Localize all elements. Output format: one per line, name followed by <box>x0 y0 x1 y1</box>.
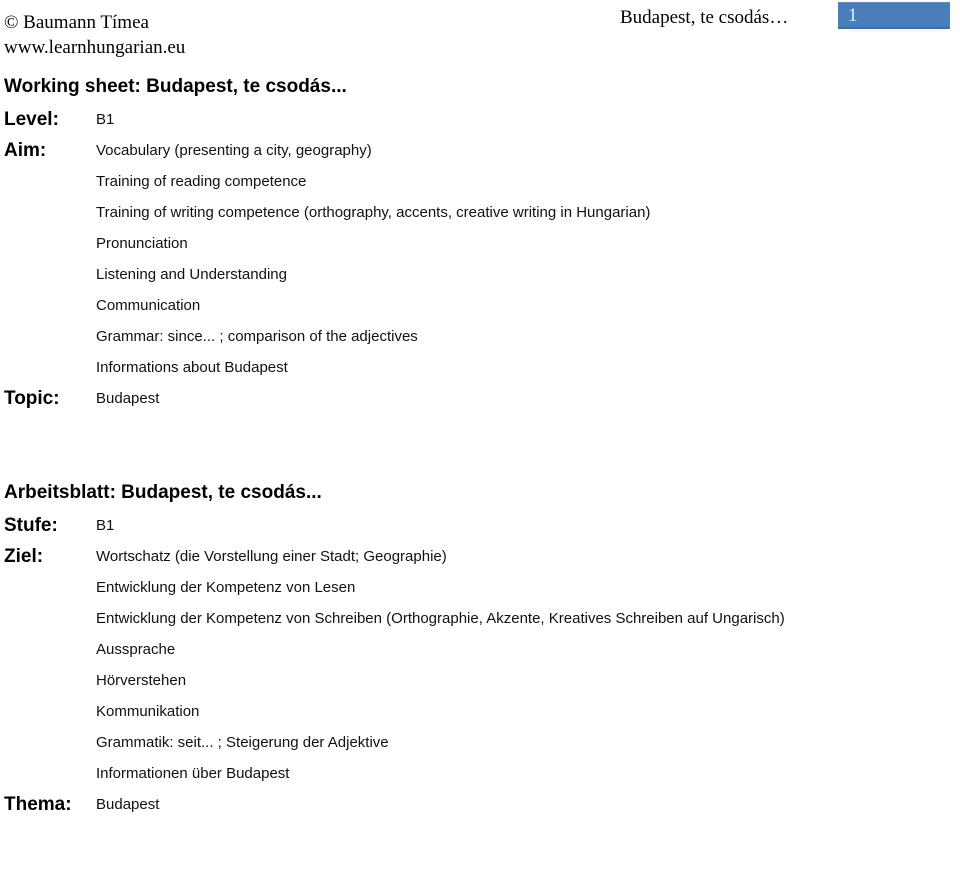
field-value: Informations about Budapest <box>96 359 288 376</box>
field-value: Entwicklung der Kompetenz von Lesen <box>96 579 356 596</box>
field-list-german: Stufe: B1 Ziel: Wortschatz (die Vorstell… <box>0 510 960 820</box>
field-label-stufe: Stufe: <box>4 515 58 536</box>
worksheet-section-german: Arbeitsblatt: Budapest, te csodás... Stu… <box>0 478 960 820</box>
field-values-thema: Budapest <box>96 789 960 820</box>
field-value: Entwicklung der Kompetenz von Schreiben … <box>96 610 785 627</box>
field-value: Pronunciation <box>96 235 188 252</box>
field-row-stufe: Stufe: B1 <box>0 510 960 541</box>
field-values-ziel: Wortschatz (die Vorstellung einer Stadt;… <box>96 541 960 789</box>
copyright-block: © Baumann Tímea www.learnhungarian.eu <box>4 10 185 60</box>
field-row-ziel: Ziel: Wortschatz (die Vorstellung einer … <box>0 541 960 789</box>
field-values-stufe: B1 <box>96 510 960 541</box>
field-label-aim: Aim: <box>4 140 47 161</box>
page-title-german: Arbeitsblatt: Budapest, te csodás... <box>4 482 322 503</box>
field-value: Hörverstehen <box>96 672 187 689</box>
field-label-level: Level: <box>4 109 59 130</box>
field-value: Wortschatz (die Vorstellung einer Stadt;… <box>96 548 447 565</box>
field-list-english: Level: B1 Aim: Vocabulary (presenting a … <box>0 104 960 414</box>
page-header: © Baumann Tímea www.learnhungarian.eu Bu… <box>0 0 960 58</box>
page-number: 1 <box>848 5 858 26</box>
field-row-topic: Topic: Budapest <box>0 383 960 414</box>
field-value: Listening and Understanding <box>96 266 287 283</box>
field-value: Kommunikation <box>96 703 200 720</box>
field-value: Vocabulary (presenting a city, geography… <box>96 142 372 159</box>
field-value: Grammar: since... ; comparison of the ad… <box>96 328 418 345</box>
field-row-aim: Aim: Vocabulary (presenting a city, geog… <box>0 135 960 383</box>
field-row-thema: Thema: Budapest <box>0 789 960 820</box>
copyright-line: © Baumann Tímea <box>4 12 149 33</box>
field-value: Grammatik: seit... ; Steigerung der Adje… <box>96 734 389 751</box>
field-value: Communication <box>96 297 201 314</box>
worksheet-section-english: Working sheet: Budapest, te csodás... Le… <box>0 72 960 414</box>
page-number-box: 1 <box>838 2 950 29</box>
field-values-aim: Vocabulary (presenting a city, geography… <box>96 135 960 383</box>
field-value: Informationen über Budapest <box>96 765 290 782</box>
field-label-thema: Thema: <box>4 794 72 815</box>
field-value: Training of writing competence (orthogra… <box>96 204 651 221</box>
field-value: Budapest <box>96 390 160 407</box>
field-value: Aussprache <box>96 641 176 658</box>
field-label-ziel: Ziel: <box>4 546 44 567</box>
field-value: B1 <box>96 517 115 534</box>
page-title-english: Working sheet: Budapest, te csodás... <box>4 76 347 97</box>
field-value: B1 <box>96 111 115 128</box>
field-label-topic: Topic: <box>4 388 60 409</box>
website-line: www.learnhungarian.eu <box>4 37 186 58</box>
header-document-title: Budapest, te csodás… <box>620 7 789 28</box>
field-row-level: Level: B1 <box>0 104 960 135</box>
field-values-topic: Budapest <box>96 383 960 414</box>
field-values-level: B1 <box>96 104 960 135</box>
field-value: Training of reading competence <box>96 173 307 190</box>
field-value: Budapest <box>96 796 160 813</box>
